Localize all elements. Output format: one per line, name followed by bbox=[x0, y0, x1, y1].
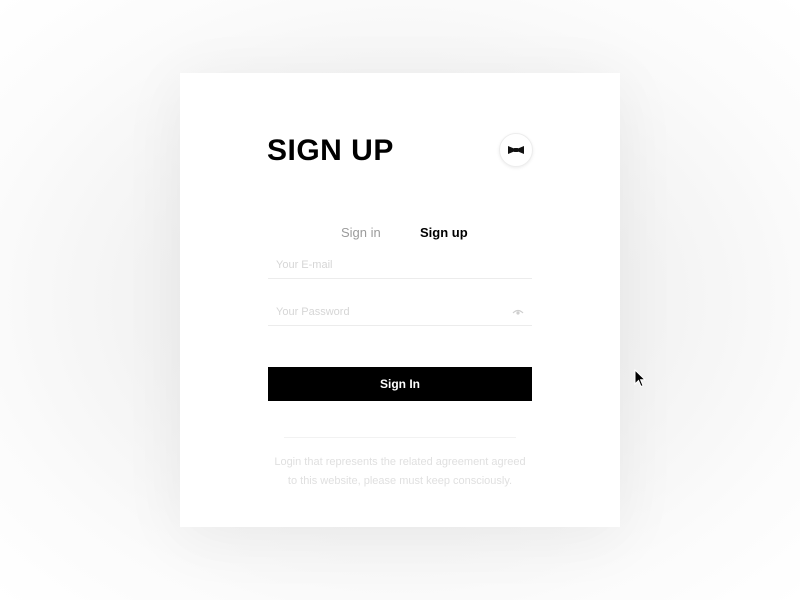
bow-tie-icon bbox=[508, 146, 524, 154]
tab-sign-up[interactable]: Sign up bbox=[420, 221, 468, 245]
password-field[interactable] bbox=[276, 299, 506, 325]
tab-sign-in[interactable]: Sign in bbox=[341, 221, 381, 245]
email-field-wrapper bbox=[268, 252, 532, 279]
agreement-note-line: to this website, please must keep consci… bbox=[287, 475, 513, 487]
auth-card: SIGN UP Sign in Sign up Sign In Lo bbox=[180, 73, 620, 527]
page-background: SIGN UP Sign in Sign up Sign In Lo bbox=[0, 0, 800, 600]
agreement-note: Login that represents the related agreem… bbox=[268, 453, 532, 491]
page-title: SIGN UP bbox=[267, 134, 394, 167]
agreement-note-line: Login that represents the related agreem… bbox=[274, 456, 526, 468]
email-field[interactable] bbox=[276, 252, 506, 278]
brand-logo bbox=[499, 133, 533, 167]
password-field-wrapper bbox=[268, 299, 532, 326]
sign-in-button[interactable]: Sign In bbox=[268, 367, 532, 401]
eye-icon[interactable] bbox=[512, 307, 524, 317]
auth-tabs: Sign in Sign up bbox=[268, 221, 532, 245]
divider bbox=[284, 437, 516, 438]
mouse-cursor-icon bbox=[634, 369, 646, 388]
